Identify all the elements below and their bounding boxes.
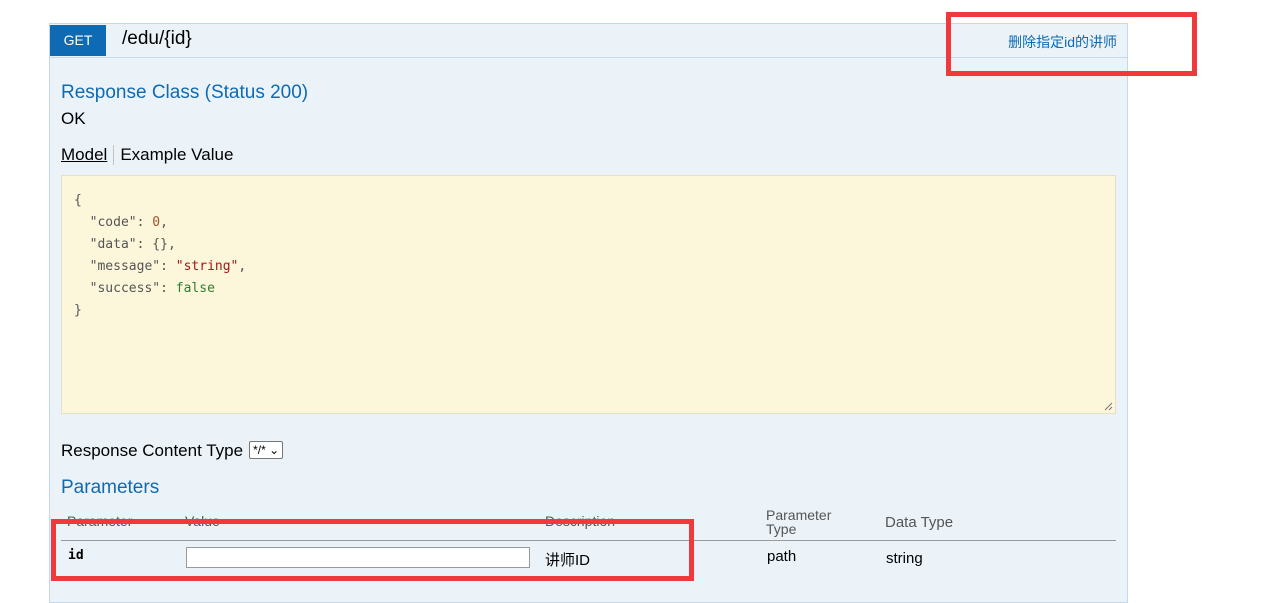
json-key-success: "success" — [89, 281, 161, 296]
endpoint-path[interactable]: /edu/{id} — [122, 28, 192, 50]
annotation-box-summary — [946, 12, 1197, 76]
tab-example-value[interactable]: Example Value — [113, 145, 239, 165]
json-value-message: "string" — [175, 259, 239, 274]
model-tabs: Model Example Value — [61, 145, 239, 165]
response-content-type: Response Content Type */* ⌄ — [61, 441, 284, 461]
response-class-title: Response Class (Status 200) — [61, 82, 309, 103]
json-key-code: "code" — [89, 215, 137, 230]
operation-panel: GET /edu/{id} 删除指定id的讲师 Response Class (… — [49, 23, 1128, 603]
http-method-badge[interactable]: GET — [50, 25, 106, 56]
example-value-box[interactable]: { "code": 0, "data": {}, "message": "str… — [61, 175, 1116, 414]
resize-grip-icon[interactable] — [1103, 401, 1113, 411]
header-parameter-type-line2: Type — [766, 521, 797, 537]
response-content-type-label: Response Content Type — [61, 441, 244, 460]
response-status-text: OK — [61, 109, 86, 128]
annotation-box-param-row — [51, 519, 694, 581]
content-type-select[interactable]: */* ⌄ — [249, 441, 284, 459]
json-value-code: 0 — [152, 215, 161, 230]
json-key-data: "data" — [89, 237, 137, 252]
param-type: path — [767, 548, 797, 565]
json-key-message: "message" — [89, 259, 161, 274]
tab-model[interactable]: Model — [61, 145, 113, 165]
header-parameter-type-line1: Parameter — [766, 507, 832, 523]
header-data-type: Data Type — [885, 514, 954, 531]
json-value-data: {} — [152, 237, 168, 252]
parameters-title: Parameters — [61, 477, 160, 498]
chevron-down-icon: ⌄ — [269, 443, 280, 457]
example-json: { "code": 0, "data": {}, "message": "str… — [74, 193, 247, 318]
json-value-success: false — [175, 281, 215, 296]
content-type-selected-value: */* — [253, 443, 266, 457]
param-data-type: string — [886, 550, 923, 567]
